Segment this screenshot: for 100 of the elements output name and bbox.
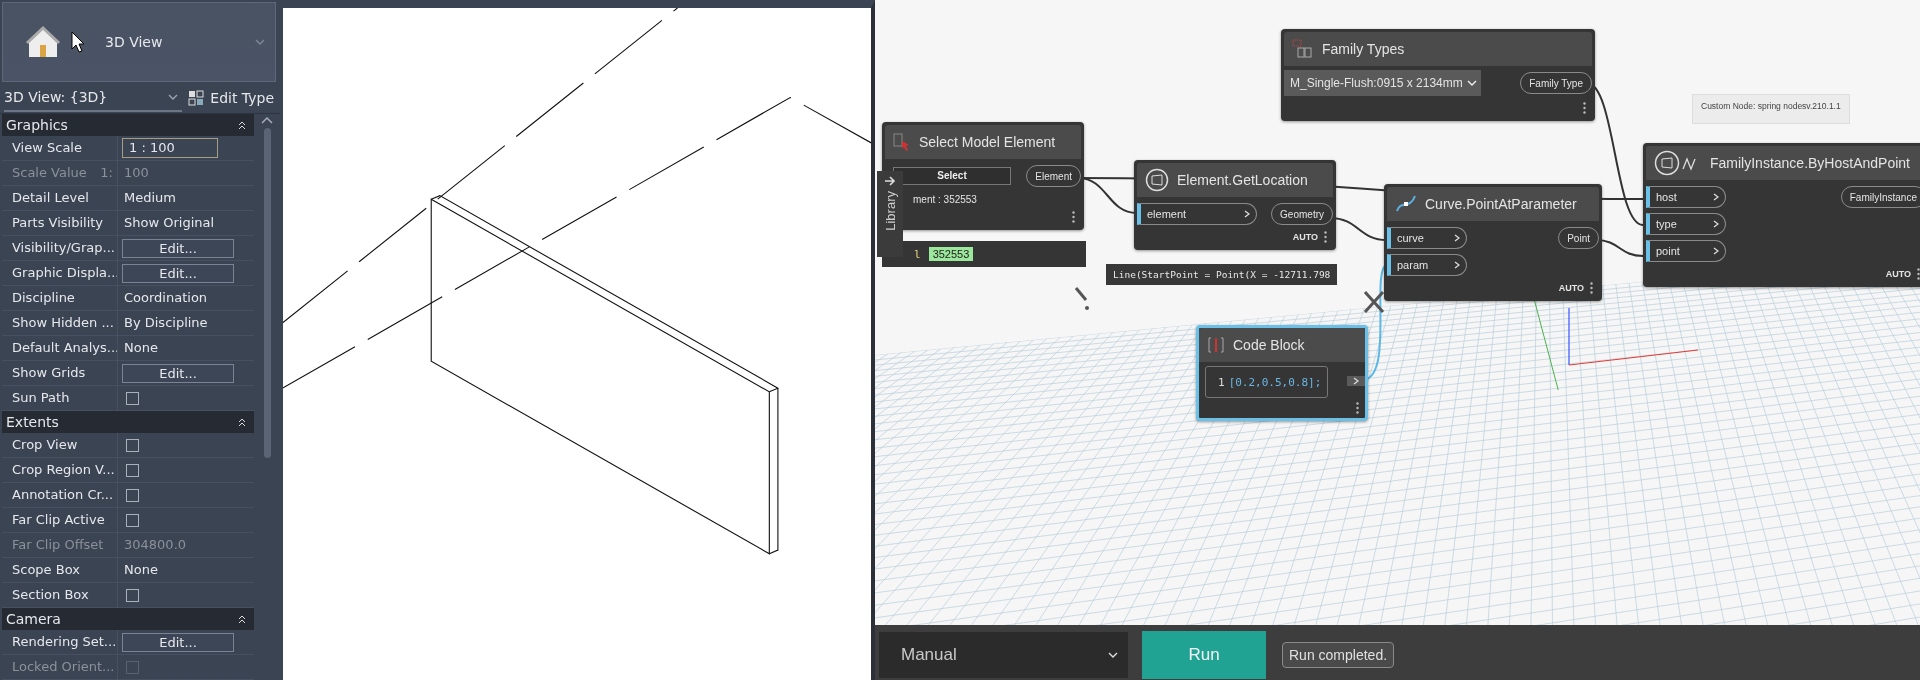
- run-status: Run completed.: [1282, 641, 1395, 668]
- node-icon: [1145, 168, 1169, 192]
- code-text: [0.2,0.5,0.8];: [1228, 375, 1322, 389]
- type-name: 3D View: [105, 34, 164, 51]
- scale-prefix: 1:: [99, 164, 114, 182]
- collapse-icon[interactable]: [238, 417, 246, 427]
- menu-dots-icon[interactable]: [1072, 211, 1075, 223]
- edit-type-icon: [188, 89, 205, 106]
- property-name: Visibility/Grap...: [2, 236, 118, 260]
- line-number: 1: [1218, 375, 1225, 389]
- select-button[interactable]: Select: [893, 166, 1011, 185]
- menu-dots-icon[interactable]: [1356, 402, 1359, 414]
- property-name: Crop Region V...: [2, 458, 118, 482]
- property-name: Crop View: [2, 433, 118, 457]
- node-card[interactable]: Code Block 1 [0.2,0.5,0.8];: [1196, 325, 1368, 421]
- node-title: FamilyInstance.ByHostAndPoint: [1710, 155, 1910, 171]
- chevron-icon: [1244, 210, 1250, 218]
- property-name: Discipline: [2, 286, 118, 310]
- node-title: Family Types: [1322, 41, 1405, 57]
- property-value: Show Original: [123, 214, 216, 232]
- node-card[interactable]: Family Types M_Single-Flush:0915 x 2134mm Family Type: [1281, 29, 1595, 121]
- type-selector[interactable]: 3D View: [2, 2, 276, 83]
- caret-icon: [168, 93, 179, 100]
- checkbox[interactable]: [126, 488, 139, 502]
- code-editor[interactable]: 1 [0.2,0.5,0.8];: [1205, 366, 1329, 398]
- property-value: Coordination: [123, 289, 209, 307]
- family-types-icon: [1292, 39, 1314, 59]
- section-title: Extents: [6, 414, 59, 430]
- node-title: Element.GetLocation: [1177, 172, 1308, 188]
- property-value: None: [123, 339, 159, 357]
- node-title: Code Block: [1233, 337, 1305, 353]
- section-header[interactable]: Graphics: [2, 114, 254, 136]
- menu-dots-icon[interactable]: [1917, 268, 1920, 280]
- property-name: Far Clip Active: [2, 508, 118, 532]
- property-name: Parts Visibility: [2, 211, 118, 235]
- lacing-label: AUTO: [1885, 269, 1911, 279]
- property-name: Annotation Cr...: [2, 483, 118, 507]
- node-card[interactable]: Element.GetLocation element Geometry AUTO: [1134, 160, 1336, 250]
- caret-icon: [1466, 80, 1477, 86]
- custom-node-tooltip: Custom Node: spring nodesv.210.1.1: [1692, 94, 1850, 124]
- checkbox[interactable]: [126, 463, 139, 477]
- preview-tooltip: Line(StartPoint = Point(X = -12711.798: [1106, 264, 1338, 285]
- property-value: Medium: [123, 189, 177, 207]
- value-field[interactable]: 1 : 100: [122, 138, 218, 158]
- lacing-label: AUTO: [1558, 283, 1584, 293]
- caret-icon: [255, 39, 265, 46]
- property-name: Far Clip Offset: [2, 533, 118, 557]
- property-name: Sun Path: [2, 386, 118, 410]
- section-title: Graphics: [6, 117, 68, 133]
- cursor-icon: [893, 133, 911, 151]
- section-header[interactable]: Camera: [2, 608, 254, 630]
- library-label: Library: [882, 191, 898, 231]
- section-header[interactable]: Extents: [2, 411, 254, 433]
- checkbox[interactable]: [126, 588, 139, 602]
- menu-dots-icon[interactable]: [1583, 102, 1586, 114]
- watch-label: l: [914, 247, 921, 261]
- property-value: 100: [123, 164, 150, 182]
- chevron-icon: [1713, 220, 1719, 228]
- watch-value: 352553: [928, 247, 974, 261]
- property-name: Scope Box: [2, 558, 118, 582]
- checkbox[interactable]: [126, 438, 139, 452]
- edit-button[interactable]: Edit...: [122, 363, 234, 383]
- property-value: By Discipline: [123, 314, 209, 332]
- chevron-icon: [1713, 193, 1719, 201]
- edit-button[interactable]: Edit...: [122, 238, 234, 258]
- property-name: Scale Value: [11, 164, 87, 182]
- property-name: Show Grids: [2, 361, 118, 385]
- property-name: Detail Level: [2, 186, 118, 210]
- chevron-icon: [1713, 247, 1719, 255]
- property-name: Locked Orient...: [2, 655, 118, 679]
- collapse-icon[interactable]: [238, 120, 246, 130]
- property-name: Rendering Set...: [2, 630, 118, 654]
- edit-button[interactable]: Edit...: [122, 632, 234, 652]
- family-type-dropdown[interactable]: M_Single-Flush:0915 x 2134mm: [1284, 70, 1481, 96]
- checkbox[interactable]: [126, 513, 139, 527]
- lacing-label: AUTO: [1292, 232, 1318, 242]
- property-name: View Scale: [2, 136, 118, 160]
- code-block-icon: [1207, 336, 1225, 354]
- node-card[interactable]: FamilyInstance.ByHostAndPoint host type point FamilyInstance AUTO: [1643, 143, 1920, 287]
- caret-icon: [1108, 651, 1118, 658]
- property-name: Show Hidden ...: [2, 311, 118, 335]
- chevron-icon: [1353, 377, 1359, 385]
- edit-type-button[interactable]: Edit Type: [188, 89, 274, 106]
- library-tab[interactable]: Library: [877, 171, 903, 257]
- output-port[interactable]: [1347, 376, 1365, 386]
- collapse-icon[interactable]: [238, 614, 246, 624]
- run-mode-dropdown[interactable]: Manual: [879, 631, 1128, 678]
- node-card[interactable]: Curve.PointAtParameter curve param Point AUTO: [1384, 184, 1602, 301]
- section-title: Camera: [6, 611, 61, 627]
- property-name: Default Analys...: [2, 336, 118, 360]
- edit-button[interactable]: Edit...: [122, 263, 234, 283]
- scrollbar-thumb[interactable]: [263, 128, 271, 458]
- node-title: Select Model Element: [919, 134, 1056, 150]
- menu-dots-icon[interactable]: [1590, 282, 1593, 294]
- scroll-up-icon[interactable]: [261, 116, 273, 124]
- view-dropdown[interactable]: 3D View: {3D}: [4, 83, 183, 112]
- checkbox[interactable]: [126, 391, 139, 405]
- menu-dots-icon[interactable]: [1324, 231, 1327, 243]
- node-title: Curve.PointAtParameter: [1425, 196, 1577, 212]
- property-value: None: [123, 561, 159, 579]
